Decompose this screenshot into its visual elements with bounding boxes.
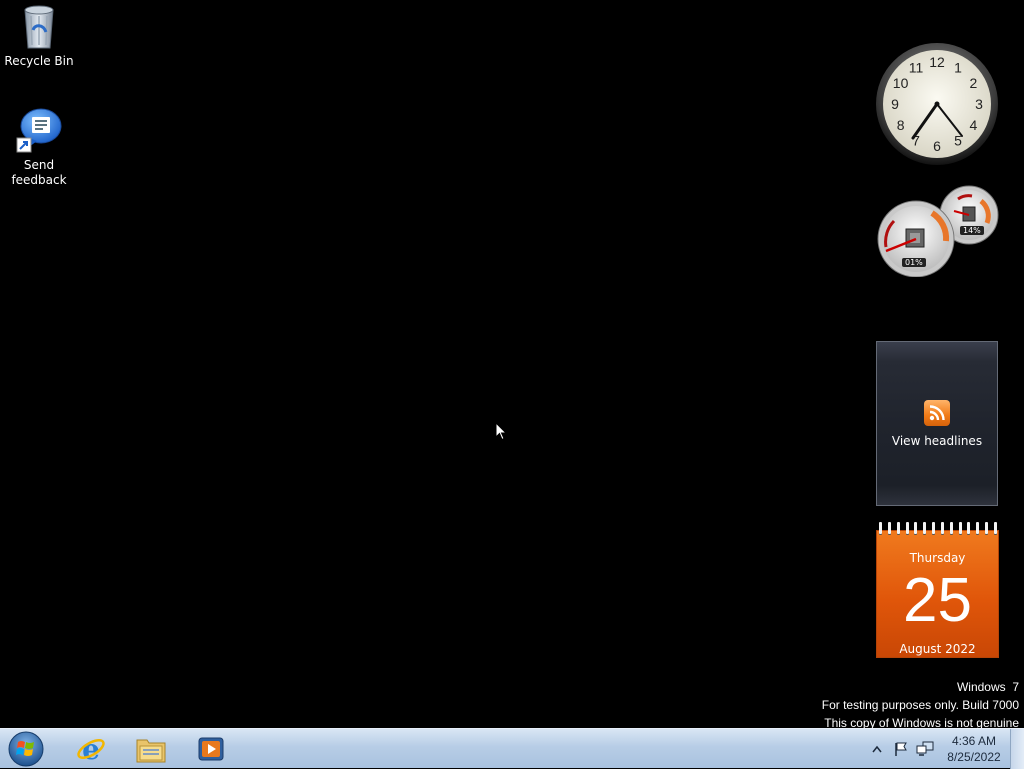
clock-numeral: 11 [909,60,924,76]
calendar-rings [879,522,997,536]
windows-orb-icon [8,731,44,767]
cpu-usage-value: 01% [902,258,926,267]
start-button[interactable] [6,731,46,767]
recycle-bin-shortcut[interactable]: Recycle Bin [1,2,77,69]
taskbar: e 4:36 AM 8/25/2022 [0,728,1024,769]
mouse-pointer-icon [495,421,508,445]
watermark-line-2: For testing purposes only. Build 7000 [821,698,1019,712]
show-hidden-icons-icon[interactable] [866,738,888,760]
memory-usage-value: 14% [960,226,984,235]
clock-numeral: 12 [929,54,945,70]
calendar-page: Thursday 25 August 2022 [876,530,999,658]
svg-text:e: e [82,734,100,764]
internet-explorer-icon: e [77,734,105,764]
clock-date: 8/25/2022 [947,750,1001,764]
taskbar-media-player-button[interactable] [184,731,238,767]
calendar-gadget[interactable]: Thursday 25 August 2022 [876,522,999,658]
system-clock[interactable]: 4:36 AM 8/25/2022 [944,733,1004,765]
media-player-icon [198,737,224,761]
clock-numeral: 4 [970,117,978,133]
windows-watermark: Windows 7 For testing purposes only. Bui… [822,678,1019,732]
taskbar-internet-explorer-button[interactable]: e [64,731,118,767]
watermark-line-1: Windows 7 [956,680,1019,694]
recycle-bin-label: Recycle Bin [4,54,74,68]
feed-headlines-gadget[interactable]: View headlines [876,341,998,506]
calendar-day-name: Thursday [909,551,966,565]
cpu-meter-gadget[interactable]: 01% 14% [874,185,1000,278]
rss-icon [924,399,950,426]
show-desktop-button[interactable] [1010,729,1024,769]
clock-gadget[interactable]: 12 1 2 3 4 5 6 7 8 9 10 11 [875,42,999,166]
calendar-date: 25 [903,566,972,635]
clock-numeral: 8 [897,117,905,133]
clock-numeral: 3 [975,96,983,112]
view-headlines-link[interactable]: View headlines [892,434,982,448]
recycle-bin-icon [19,2,59,54]
calendar-month-year: August 2022 [899,642,976,656]
clock-numeral: 6 [933,138,941,154]
clock-face: 12 1234567891011 [876,43,998,165]
send-feedback-label: Send feedback [11,158,67,187]
notification-area: 4:36 AM 8/25/2022 [866,729,1024,769]
taskbar-windows-explorer-button[interactable] [124,731,178,767]
network-icon[interactable] [914,738,936,760]
clock-time: 4:36 AM [951,734,997,748]
clock-numeral: 1 [954,60,962,76]
clock-numeral: 9 [891,96,899,112]
send-feedback-icon [15,106,63,158]
windows-explorer-icon [136,739,166,763]
clock-numeral: 10 [893,75,909,91]
clock-numeral: 2 [970,75,978,91]
action-center-flag-icon[interactable] [890,738,912,760]
send-feedback-shortcut[interactable]: Send feedback [1,106,77,188]
